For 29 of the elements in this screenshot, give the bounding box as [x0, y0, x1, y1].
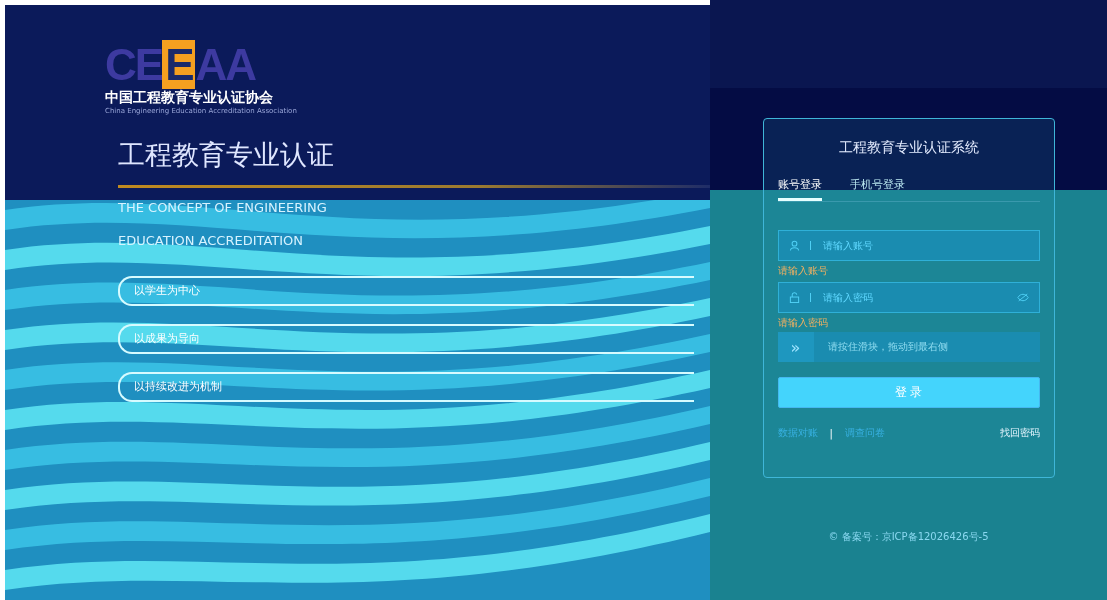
principle-pill: 以学生为中心	[118, 276, 694, 306]
organization-name: 中国工程教育专业认证协会	[105, 89, 274, 107]
account-input[interactable]: 请输入账号	[820, 239, 1029, 252]
link-separator: |	[829, 427, 833, 439]
principle-pill: 以持续改进为机制	[118, 372, 694, 402]
survey-link[interactable]: 调查问卷	[844, 426, 885, 440]
principle-pill: 以成果为导向	[118, 324, 694, 354]
logo-wordmark: CEEAA	[105, 43, 257, 87]
lock-icon	[788, 292, 800, 303]
hero-title: 工程教育专业认证	[118, 138, 335, 172]
slider-hint: 请按住滑块，拖动到最右侧	[827, 340, 948, 354]
icp-record: © 备案号：京ICP备12026426号-5	[828, 530, 989, 544]
password-input[interactable]: 请输入密码	[820, 291, 1007, 304]
login-tab[interactable]: 手机号登录	[849, 177, 905, 201]
system-title: 工程教育专业认证系统	[837, 139, 980, 157]
error-message: 请输入密码	[777, 316, 829, 330]
data-reconciliation-link[interactable]: 数据对账	[777, 426, 818, 440]
login-button[interactable]: 登 录	[777, 377, 1040, 408]
forgot-password-link[interactable]: 找回密码	[999, 426, 1040, 440]
account-field[interactable]: 请输入账号	[777, 230, 1040, 261]
login-tab[interactable]: 账号登录	[777, 177, 822, 201]
user-icon	[788, 240, 800, 251]
hero-subtitle: EDUCATION ACCREDITATION	[118, 233, 305, 248]
eye-hidden-icon[interactable]	[1016, 293, 1029, 302]
password-field[interactable]: 请输入密码	[777, 282, 1040, 313]
slider-handle[interactable]: »	[777, 332, 814, 362]
error-message: 请输入账号	[777, 264, 829, 278]
hero-subtitle: THE CONCEPT OF ENGINEERING	[118, 200, 328, 215]
slider-captcha[interactable]: » 请按住滑块，拖动到最右侧	[777, 332, 1040, 362]
